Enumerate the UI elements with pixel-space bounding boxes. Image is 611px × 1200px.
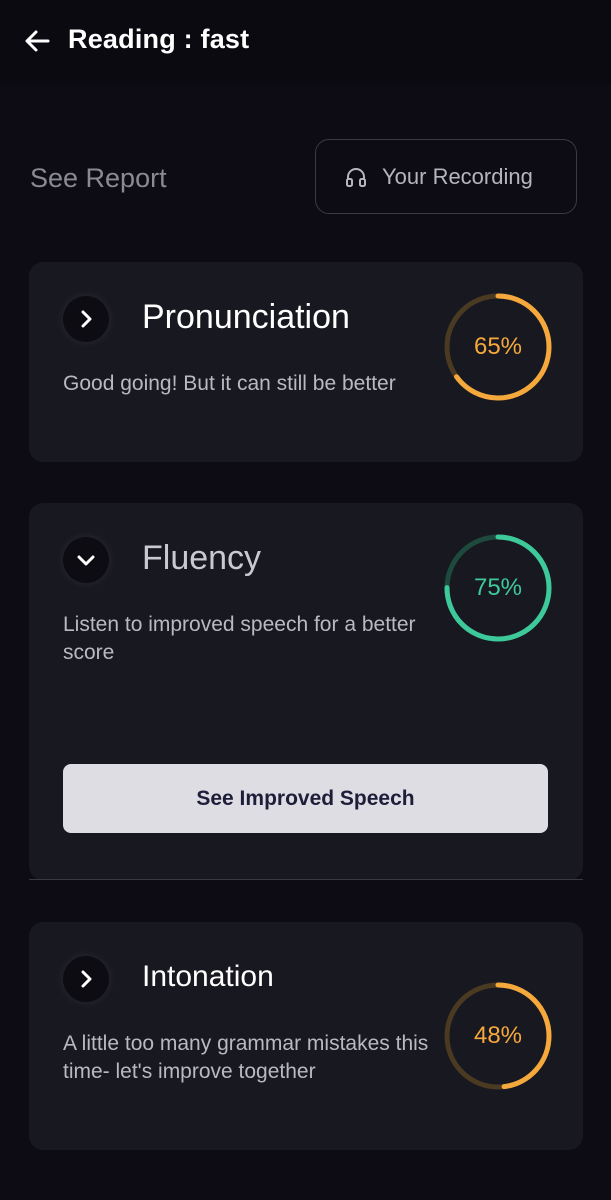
- score-ring: 65%: [443, 292, 553, 402]
- page-title: Reading : fast: [68, 24, 250, 54]
- see-improved-speech-button[interactable]: See Improved Speech: [63, 764, 548, 833]
- back-arrow-icon[interactable]: [22, 26, 52, 56]
- fluency-card: Fluency Listen to improved speech for a …: [29, 503, 583, 880]
- score-percent: 75%: [473, 574, 523, 601]
- pronunciation-card: Pronunciation Good going! But it can sti…: [29, 262, 583, 462]
- chevron-right-icon[interactable]: [63, 956, 109, 1002]
- card-title: Intonation: [142, 960, 274, 993]
- score-ring: 48%: [443, 981, 553, 1091]
- card-description: Listen to improved speech for a better s…: [63, 613, 416, 664]
- score-ring: 75%: [443, 533, 553, 643]
- top-bar: Reading : fast: [0, 0, 611, 84]
- card-description: A little too many grammar mistakes this …: [63, 1032, 429, 1083]
- card-description: Good going! But it can still be better: [63, 372, 396, 395]
- intonation-card: Intonation A little too many grammar mis…: [29, 922, 583, 1150]
- card-title: Fluency: [142, 539, 262, 577]
- chevron-down-icon[interactable]: [63, 537, 109, 583]
- headphones-icon: [342, 163, 370, 191]
- chevron-right-icon[interactable]: [63, 296, 109, 342]
- card-title: Pronunciation: [142, 298, 350, 336]
- your-recording-button[interactable]: Your Recording: [315, 139, 577, 214]
- score-percent: 48%: [473, 1022, 523, 1049]
- divider: [29, 879, 583, 880]
- see-report-label: See Report: [30, 163, 167, 193]
- score-percent: 65%: [473, 333, 523, 360]
- your-recording-label: Your Recording: [382, 163, 533, 189]
- see-improved-speech-label: See Improved Speech: [196, 786, 415, 810]
